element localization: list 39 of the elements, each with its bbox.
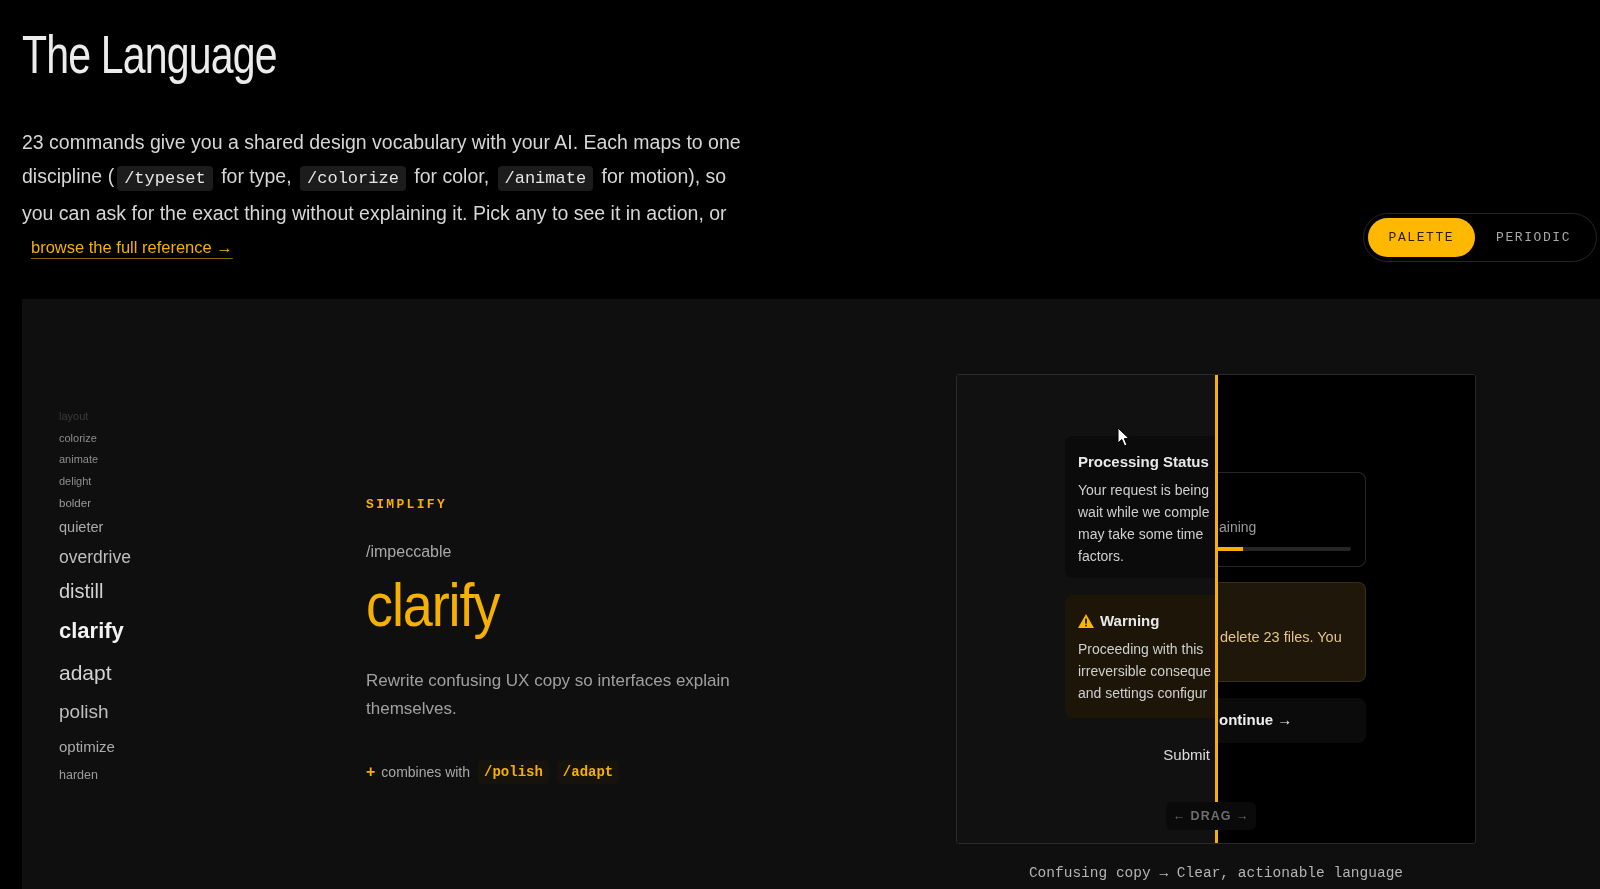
warning-text-line: Proceeding with this: [1078, 640, 1204, 659]
warning-text-line: irreversible conseque: [1078, 662, 1212, 681]
view-toggle-option[interactable]: PALETTE: [1367, 218, 1476, 257]
reference-link[interactable]: browse the full reference →: [31, 235, 233, 259]
command-item[interactable]: overdrive: [59, 541, 131, 573]
continue-button[interactable]: ontinue →: [1216, 698, 1366, 743]
drag-handle[interactable]: ← DRAG →: [1166, 802, 1256, 830]
command-link[interactable]: /adapt: [556, 760, 620, 784]
status-text: aining: [1219, 518, 1257, 537]
status-title: Processing Status: [1078, 452, 1209, 472]
command-description: Rewrite confusing UX copy so interfaces explain themselves.: [366, 670, 731, 720]
status-text-line: factors.: [1078, 547, 1124, 566]
command-item[interactable]: optimize: [59, 729, 115, 763]
command-item[interactable]: animate: [59, 449, 99, 471]
command-item[interactable]: adapt: [59, 652, 112, 694]
category-label: SIMPLIFY: [366, 497, 448, 513]
status-text-line: Your request is being: [1078, 481, 1210, 500]
submit-button[interactable]: Submit: [1163, 745, 1210, 765]
intro-paragraph: 23 commands give you a shared design vocabulary with your AI. Each maps to one discipline ( /typeset for type, /colorize for color, /animate for motion), so you can ask for the exact thing without explaining it. Pick any to see it in action, or: [22, 130, 742, 226]
status-text-line: wait while we comple: [1078, 503, 1210, 522]
command-item[interactable]: colorize: [59, 427, 97, 449]
command-item[interactable]: delight: [59, 470, 92, 492]
command-item[interactable]: quieter: [59, 514, 104, 541]
command-item[interactable]: polish: [59, 693, 109, 730]
comparison-caption: Confusing copy → Clear, actionable language: [1028, 864, 1404, 882]
plus-mark: +: [366, 762, 376, 782]
command-item[interactable]: distill: [59, 573, 104, 610]
command-item[interactable]: clarify: [59, 610, 124, 652]
command-link[interactable]: /polish: [478, 760, 549, 784]
command-item[interactable]: bolder: [59, 492, 91, 514]
view-toggle-option[interactable]: PERIODIC: [1475, 218, 1592, 257]
warning-icon: [1078, 614, 1094, 628]
combines-label: combines with: [381, 763, 471, 782]
command-item[interactable]: harden: [59, 763, 98, 789]
command-prefix: /impeccable: [366, 542, 452, 562]
warning-title: Warning: [1100, 611, 1160, 631]
warning-text: delete 23 files. You: [1220, 628, 1342, 647]
status-text-line: may take some time: [1078, 525, 1204, 544]
warning-text-line: and settings configur: [1078, 684, 1208, 703]
